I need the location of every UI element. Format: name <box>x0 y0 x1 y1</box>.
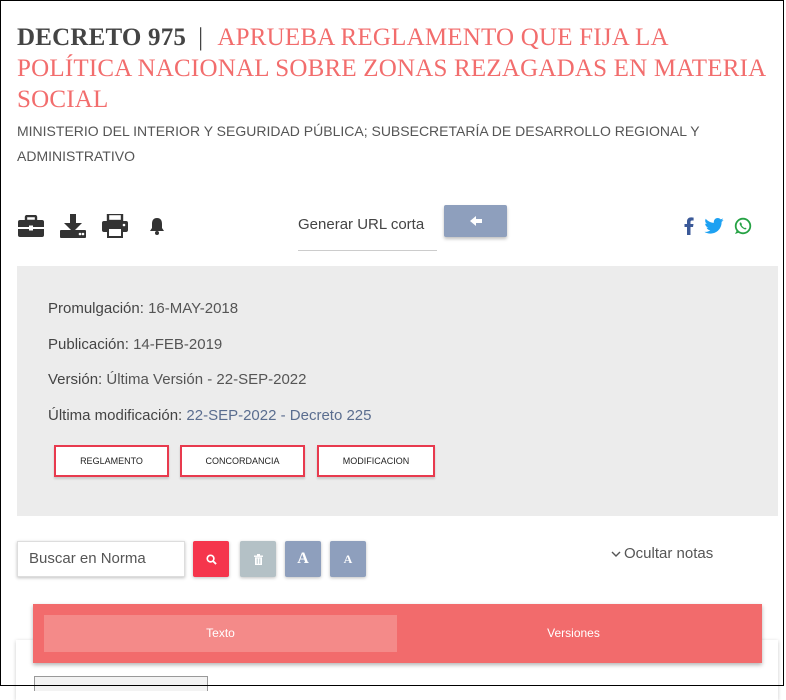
briefcase-icon[interactable] <box>17 212 45 240</box>
modificacion-button[interactable]: MODIFICACION <box>317 445 435 477</box>
increase-font-button[interactable]: A <box>285 541 321 577</box>
social-share <box>684 217 752 235</box>
promulgation-label: Promulgación: <box>48 300 144 317</box>
publication-value: 14-FEB-2019 <box>133 336 223 353</box>
search-button[interactable] <box>193 541 229 577</box>
toolbar <box>17 212 171 240</box>
decree-number: DECRETO 975 <box>17 24 187 51</box>
title-separator: | <box>198 24 204 51</box>
arrow-left-icon <box>469 216 482 226</box>
promulgation-row: Promulgación: 16-MAY-2018 <box>48 300 238 317</box>
ministry-subtitle: MINISTERIO DEL INTERIOR Y SEGURIDAD PÚBL… <box>17 123 700 164</box>
page-title: DECRETO 975 | APRUEBA REGLAMENTO QUE FIJA … <box>17 22 772 115</box>
generate-url-button[interactable] <box>444 205 507 237</box>
download-icon[interactable] <box>59 212 87 240</box>
last-modification-label: Última modificación: <box>48 407 183 424</box>
chevron-down-icon <box>611 551 621 557</box>
tab-bar: Texto Versiones <box>33 604 762 663</box>
whatsapp-icon[interactable] <box>734 217 752 235</box>
hide-notes-toggle[interactable]: Ocultar notas <box>611 545 713 562</box>
trash-icon <box>253 553 263 565</box>
tab-versiones[interactable]: Versiones <box>397 615 750 652</box>
facebook-icon[interactable] <box>684 217 694 235</box>
tab-texto[interactable]: Texto <box>44 615 397 652</box>
print-icon[interactable] <box>101 212 129 240</box>
metadata-panel: Promulgación: 16-MAY-2018 Publicación: 1… <box>17 266 778 516</box>
twitter-icon[interactable] <box>704 218 724 234</box>
last-modification-link[interactable]: 22-SEP-2022 - Decreto 225 <box>186 407 371 424</box>
short-url-field[interactable]: Generar URL corta <box>298 208 437 251</box>
publication-row: Publicación: 14-FEB-2019 <box>48 336 222 353</box>
version-label: Versión: <box>48 371 103 388</box>
clear-search-button[interactable] <box>240 541 276 577</box>
version-row: Versión: Última Versión - 22-SEP-2022 <box>48 371 306 388</box>
content-toolbar-stub <box>34 676 208 691</box>
version-value: Última Versión - 22-SEP-2022 <box>106 371 307 388</box>
bell-icon[interactable] <box>143 212 171 240</box>
promulgation-value: 16-MAY-2018 <box>148 300 239 317</box>
hide-notes-label: Ocultar notas <box>624 545 714 562</box>
search-input[interactable]: Buscar en Norma <box>17 541 185 577</box>
publication-label: Publicación: <box>48 336 129 353</box>
concordancia-button[interactable]: CONCORDANCIA <box>180 445 305 477</box>
decrease-font-button[interactable]: A <box>330 541 366 577</box>
reglamento-button[interactable]: REGLAMENTO <box>54 445 169 477</box>
search-icon <box>205 553 217 565</box>
last-modification-row: Última modificación: 22-SEP-2022 - Decre… <box>48 407 372 424</box>
